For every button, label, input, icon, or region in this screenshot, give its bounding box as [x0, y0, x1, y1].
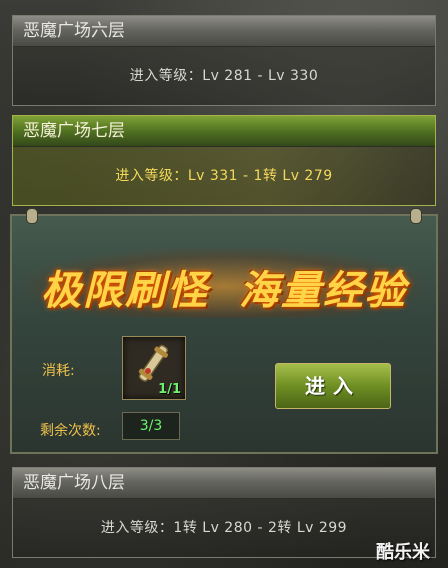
floor-eight-title: 恶魔广场八层 [13, 468, 435, 499]
left-pin-icon [26, 208, 38, 224]
floor-six-entry[interactable]: 恶魔广场六层 进入等级：Lv 281 - Lv 330 [12, 15, 436, 106]
remaining-attempts-value: 3/3 [122, 412, 180, 440]
floor-eight-level-requirement: 进入等级：1转 Lv 280 - 2转 Lv 299 [100, 520, 348, 536]
floor-seven-entry-selected[interactable]: 恶魔广场七层 进入等级：Lv 331 - 1转 Lv 279 [12, 115, 436, 206]
floor-seven-detail-panel: 极限刷怪 海量经验 消耗: 1/1 剩余次数: 3/3 进入 [10, 208, 438, 454]
promo-banner-text: 极限刷怪 海量经验 [26, 258, 422, 316]
banner-right-text: 海量经验 [239, 268, 407, 314]
remaining-attempts-label: 剩余次数: [40, 423, 101, 439]
cost-item-count: 1/1 [158, 382, 181, 397]
right-pin-icon [410, 208, 422, 224]
enter-button[interactable]: 进入 [275, 363, 391, 409]
floor-six-level-requirement: 进入等级：Lv 281 - Lv 330 [129, 68, 319, 84]
promo-banner: 极限刷怪 海量经验 [26, 248, 422, 318]
site-watermark: 酷乐米 [376, 542, 430, 563]
floor-seven-level-requirement: 进入等级：Lv 331 - 1转 Lv 279 [13, 147, 435, 205]
banner-left-text: 极限刷怪 [41, 268, 209, 314]
cost-item-slot[interactable]: 1/1 [122, 336, 186, 400]
cost-label: 消耗: [42, 363, 75, 379]
floor-six-title: 恶魔广场六层 [13, 16, 435, 47]
scroll-icon [138, 344, 169, 382]
floor-eight-entry[interactable]: 恶魔广场八层 进入等级：1转 Lv 280 - 2转 Lv 299 [12, 467, 436, 558]
floor-seven-title: 恶魔广场七层 [13, 116, 435, 147]
